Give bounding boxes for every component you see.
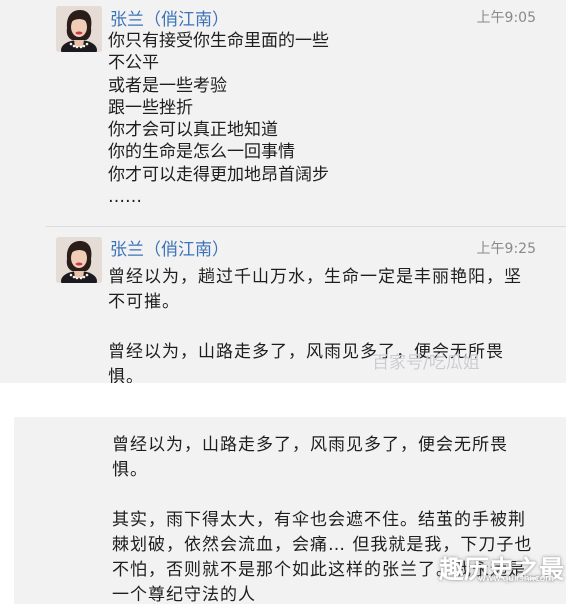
avatar-zhang-lan[interactable]: [56, 6, 102, 52]
message-time: 上午9:05: [476, 10, 536, 26]
avatar-zhang-lan[interactable]: [56, 237, 102, 283]
message-sender[interactable]: 张兰（俏江南）: [110, 235, 229, 260]
message-sender[interactable]: 张兰（俏江南）: [110, 5, 229, 30]
message-time: 上午9:25: [476, 241, 536, 257]
avatar-portrait: [56, 6, 102, 52]
chat-message-1: 张兰（俏江南） 上午9:05 你只有接受你生命里面的一些 不公平 或者是一些考验…: [0, 0, 566, 225]
chat-panel-top: 张兰（俏江南） 上午9:05 你只有接受你生命里面的一些 不公平 或者是一些考验…: [0, 0, 566, 383]
watermark-url: www.qulishi.com: [478, 574, 554, 584]
message-text: 你只有接受你生命里面的一些 不公平 或者是一些考验 跟一些挫折 你才会可以真正地…: [108, 31, 329, 208]
chat-message-2: 张兰（俏江南） 上午9:25 曾经以为，趟过千山万水，生命一定是丰丽艳阳，坚不可…: [0, 227, 566, 383]
avatar-portrait: [56, 237, 102, 283]
watermark-logo: 趣历史之最 www.qulishi.com: [392, 550, 564, 586]
watermark-baijiahao: 百家号/吃瓜姐: [372, 353, 480, 373]
